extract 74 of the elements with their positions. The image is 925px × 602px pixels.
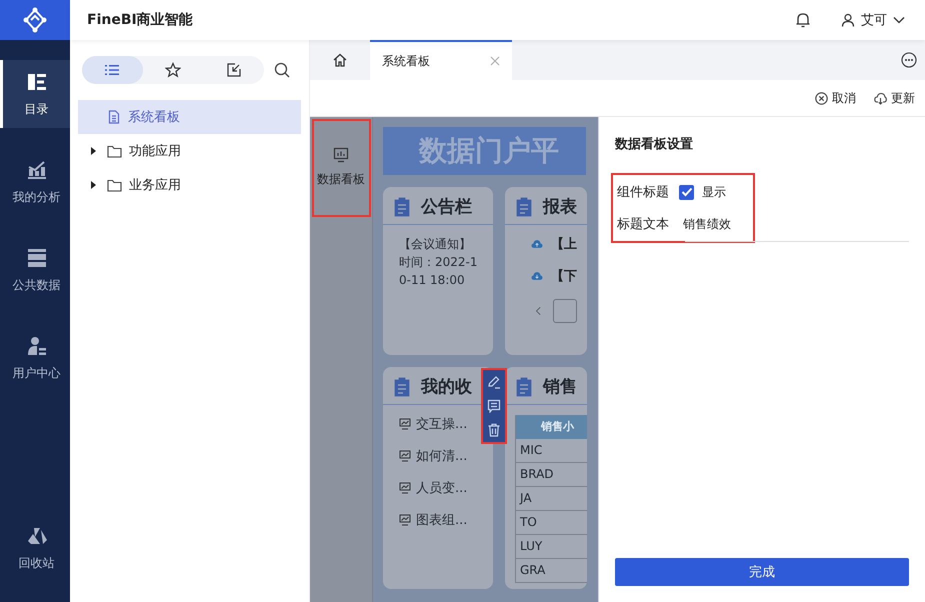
dashboard-component[interactable]: 数据看板: [310, 117, 372, 188]
pencil-icon[interactable]: [487, 375, 501, 389]
refresh-button[interactable]: 更新: [874, 90, 915, 106]
card-title: 销售: [543, 376, 577, 398]
favorite-item[interactable]: 人员变...: [399, 479, 483, 497]
table-cell: BRAD: [516, 463, 587, 487]
table-cell: TO: [516, 511, 587, 535]
chevron-left-icon[interactable]: [535, 305, 541, 317]
show-checkbox[interactable]: 显示: [679, 184, 726, 200]
list-icon: [104, 62, 120, 78]
done-button[interactable]: 完成: [615, 558, 909, 586]
trash-icon[interactable]: [487, 423, 501, 437]
field-label: 标题文本: [617, 216, 669, 233]
user-icon: [26, 334, 48, 356]
table-cell: LUY: [516, 535, 587, 559]
app-title: FineBI商业智能: [87, 11, 194, 29]
tab[interactable]: 系统看板: [370, 40, 512, 80]
chart-icon: [26, 158, 48, 180]
tree-item[interactable]: 系统看板: [78, 100, 301, 134]
document-icon: [107, 110, 121, 124]
tree-item[interactable]: 业务应用: [78, 168, 301, 202]
chart-icon: [399, 418, 411, 430]
nav-item[interactable]: 用户中心: [0, 324, 70, 392]
folder-icon: [107, 144, 122, 158]
nav-item[interactable]: 我的分析: [0, 148, 70, 216]
caret-right-icon: [90, 181, 97, 189]
database-icon: [26, 246, 48, 268]
clipboard-icon: [393, 196, 411, 218]
page-field[interactable]: [552, 299, 577, 323]
field-label: 组件标题: [617, 184, 669, 201]
chart-icon: [333, 147, 349, 163]
home-icon: [332, 52, 348, 68]
table-cell: GRA: [516, 559, 587, 583]
user-icon: [841, 13, 855, 27]
list-tab[interactable]: [82, 56, 143, 84]
favorite-item[interactable]: 如何清...: [399, 447, 483, 465]
nav-item[interactable]: 公共数据: [0, 236, 70, 304]
cancel-button[interactable]: 取消: [815, 90, 856, 106]
tree-item[interactable]: 功能应用: [78, 134, 301, 168]
folder-icon: [107, 178, 122, 192]
favorite-item[interactable]: 交互操...: [399, 415, 483, 433]
clipboard-icon: [393, 376, 411, 398]
comment-icon[interactable]: [487, 399, 501, 413]
clipboard-icon: [515, 196, 533, 218]
import-icon: [226, 62, 242, 78]
chart-icon: [399, 514, 411, 526]
nav-item[interactable]: 目录: [0, 60, 70, 128]
title-text-value: 销售绩效: [682, 216, 731, 232]
clipboard-icon: [515, 376, 533, 398]
circle-x-icon: [815, 92, 828, 104]
report-link[interactable]: 【下: [551, 267, 577, 285]
banner: 数据门户平: [383, 127, 586, 175]
star-icon: [165, 62, 181, 78]
chevron-down-icon: [893, 16, 905, 24]
table-cell: MIC: [516, 439, 587, 463]
table-cell: JA: [516, 487, 587, 511]
checkbox[interactable]: [679, 184, 694, 200]
user-name: 艾可: [861, 12, 887, 29]
panel-title: 数据看板设置: [615, 136, 694, 153]
table-header: 销售小: [516, 415, 587, 439]
favorite-item[interactable]: 图表组...: [399, 511, 483, 529]
chart-icon: [399, 482, 411, 494]
card-title: 我的收: [421, 376, 472, 398]
bell-icon[interactable]: [795, 12, 811, 28]
card-title: 报表: [543, 196, 577, 218]
notice-text: 【会议通知】时间：2022-10-11 18:00: [398, 236, 479, 289]
card-title: 公告栏: [421, 196, 472, 218]
chart-icon: [399, 450, 411, 462]
user-menu[interactable]: 艾可: [841, 11, 905, 29]
report-link[interactable]: 【上: [551, 235, 577, 253]
more-icon[interactable]: [901, 52, 917, 68]
search-icon[interactable]: [274, 62, 290, 78]
caret-right-icon: [90, 147, 97, 155]
nav-item[interactable]: 回收站: [0, 514, 70, 582]
